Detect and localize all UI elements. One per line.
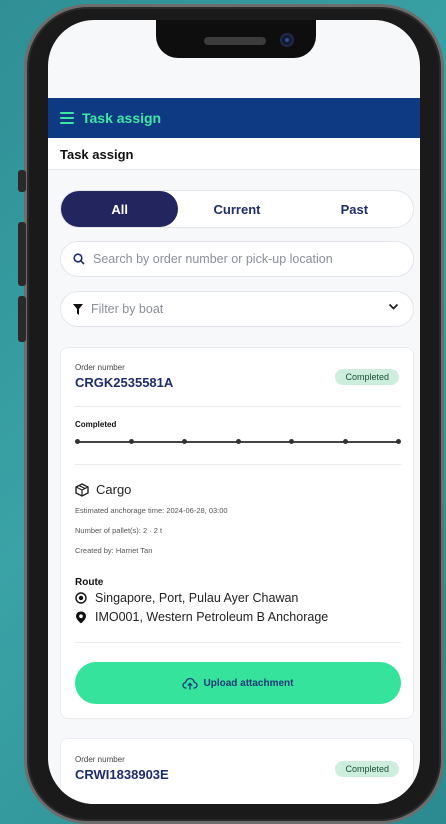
page-title: Task assign <box>48 138 420 170</box>
chevron-down-icon <box>388 303 399 310</box>
route-destination: IMO001, Western Petroleum B Anchorage <box>75 610 328 624</box>
divider <box>75 406 401 407</box>
progress-track <box>75 438 401 446</box>
tab-current[interactable]: Current <box>178 191 295 227</box>
tab-bar: All Current Past <box>60 190 414 228</box>
route-destination-text: IMO001, Western Petroleum B Anchorage <box>95 610 329 624</box>
upload-label: Upload attachment <box>203 677 294 689</box>
progress-label: Completed <box>75 420 117 429</box>
order-number-label: Order number <box>75 755 125 764</box>
filter-icon <box>73 303 83 315</box>
progress-step-dot <box>289 439 294 444</box>
status-badge: Completed <box>335 761 399 777</box>
volume-up-button <box>18 222 26 286</box>
origin-target-icon <box>75 592 87 604</box>
progress-step-dot <box>182 439 187 444</box>
progress-step-dot <box>342 439 348 444</box>
cargo-type: Cargo <box>96 482 132 497</box>
order-number: CRGK2535581A <box>75 375 174 390</box>
route-title: Route <box>75 577 104 588</box>
search-placeholder: Search by order number or pick-up locati… <box>93 252 333 266</box>
notch <box>156 20 316 58</box>
divider <box>75 464 401 465</box>
hamburger-menu-icon[interactable] <box>60 112 74 124</box>
divider <box>75 642 401 643</box>
search-icon <box>73 253 85 265</box>
camera <box>280 33 294 47</box>
speaker <box>204 37 266 45</box>
progress-step-dot <box>396 439 401 444</box>
top-nav-bar: Task assign <box>48 98 420 138</box>
tab-past[interactable]: Past <box>296 191 413 227</box>
upload-attachment-button[interactable]: Upload attachment <box>75 662 401 704</box>
location-pin-icon <box>76 611 86 623</box>
route-origin-text: Singapore, Port, Pulau Ayer Chawan <box>95 591 299 605</box>
tab-all[interactable]: All <box>61 191 179 227</box>
order-card[interactable]: Order number CRWI1838903E Completed <box>60 738 414 804</box>
progress-step-dot <box>128 439 134 444</box>
created-by: Created by: Harriet Tan <box>75 546 153 555</box>
boat-filter-select[interactable]: Filter by boat <box>60 291 414 327</box>
volume-down-button <box>18 296 26 342</box>
progress-step-dot <box>235 439 241 444</box>
status-badge: Completed <box>335 369 399 385</box>
order-number: CRWI1838903E <box>75 767 169 782</box>
order-card[interactable]: Order number CRGK2535581A Completed Comp… <box>60 347 414 719</box>
cloud-upload-icon <box>182 677 199 689</box>
nav-title: Task assign <box>82 110 162 126</box>
progress-step-dot <box>75 439 80 444</box>
order-number-label: Order number <box>75 363 125 372</box>
package-icon <box>75 482 89 497</box>
filter-placeholder: Filter by boat <box>91 302 164 316</box>
anchorage-time: Estimated anchorage time: 2024-06-28, 03… <box>75 506 228 515</box>
pallet-count: Number of pallet(s): 2 · 2 t <box>75 526 163 535</box>
search-input[interactable]: Search by order number or pick-up locati… <box>60 241 414 277</box>
app-screen: Task assign Task assign All Current Past… <box>48 20 420 804</box>
mute-switch <box>18 170 26 192</box>
route-origin: Singapore, Port, Pulau Ayer Chawan <box>75 591 298 605</box>
cargo-row: Cargo <box>75 482 131 497</box>
